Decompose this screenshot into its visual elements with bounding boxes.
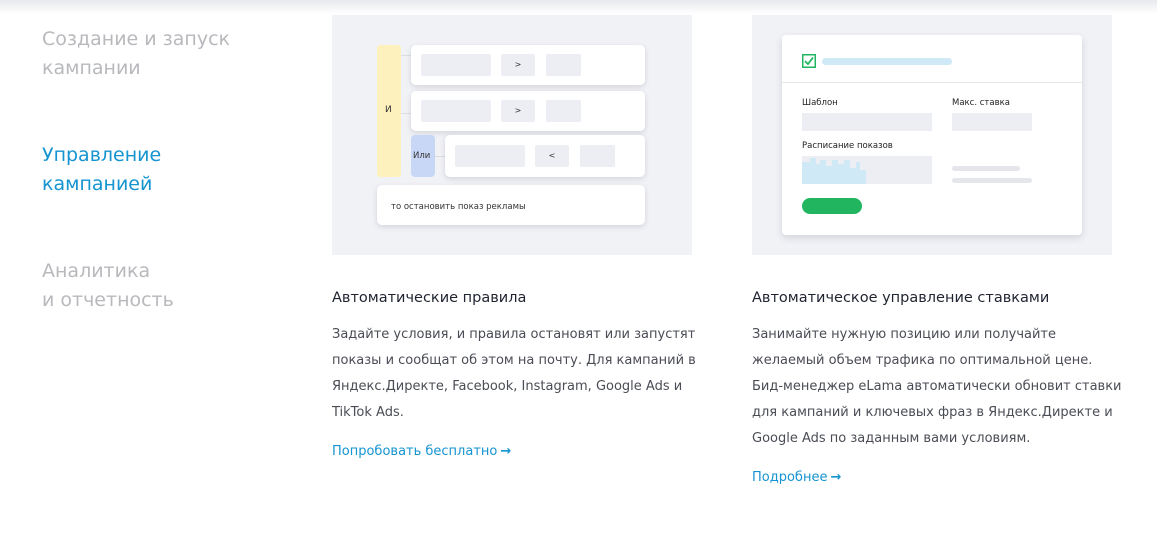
rule-row: > (411, 91, 645, 131)
card-description: Занимайте нужную позицию или получайте ж… (752, 327, 1122, 446)
or-label: Или (413, 151, 431, 161)
schedule-field (802, 156, 932, 184)
connector-line (435, 156, 445, 157)
top-shadow (0, 0, 1157, 14)
more-link[interactable]: Подробнее → (752, 470, 841, 485)
card-title: Автоматические правила (332, 290, 527, 306)
nav-item-create-campaign[interactable]: Создание и запуск кампании (42, 25, 282, 83)
nav-item-manage-campaign[interactable]: Управление кампанией (42, 141, 282, 199)
auto-rules-illustration: И > > Или < то остановить показ рекламы (332, 15, 692, 255)
action-row: то остановить показ рекламы (377, 185, 645, 225)
link-label: Попробовать бесплатно (332, 444, 498, 459)
operator-box: > (501, 54, 535, 76)
connector-line (401, 55, 411, 56)
feature-card-bid-management: Шаблон Макс. ставка Расписание показов А… (752, 15, 1122, 485)
nav-item-analytics[interactable]: Аналитика и отчетность (42, 257, 282, 315)
rule-row: < (445, 135, 645, 177)
placeholder-line (952, 166, 1020, 171)
operator-box: < (535, 145, 569, 167)
arrow-right-icon: → (830, 470, 842, 485)
condition-field (455, 145, 525, 167)
feature-card-auto-rules: И > > Или < то остановить показ рекламы … (332, 15, 696, 459)
value-field (580, 145, 615, 167)
operator-box: > (501, 100, 535, 122)
arrow-right-icon: → (500, 444, 512, 459)
schedule-label: Расписание показов (802, 141, 893, 151)
card-description: Задайте условия, и правила остановят или… (332, 327, 696, 420)
save-button (802, 198, 862, 214)
schedule-histogram (802, 158, 866, 184)
connector-line (401, 113, 411, 114)
campaign-name-placeholder (822, 58, 952, 65)
rule-row: > (411, 45, 645, 85)
max-bid-label: Макс. ставка (952, 98, 1010, 108)
condition-field (421, 54, 491, 76)
link-label: Подробнее (752, 470, 828, 485)
bid-settings-panel: Шаблон Макс. ставка Расписание показов (782, 35, 1082, 235)
max-bid-field (952, 113, 1032, 131)
value-field (546, 54, 581, 76)
card-title: Автоматическое управление ставками (752, 290, 1050, 306)
template-label: Шаблон (802, 98, 838, 108)
template-field (802, 113, 932, 131)
condition-field (421, 100, 491, 122)
value-field (546, 100, 581, 122)
checkbox-checked-icon (802, 54, 816, 68)
bid-management-illustration: Шаблон Макс. ставка Расписание показов (752, 15, 1112, 255)
and-group-bar: И (377, 45, 401, 177)
placeholder-line (952, 178, 1032, 183)
and-label: И (385, 105, 392, 115)
action-text: то остановить показ рекламы (391, 202, 526, 212)
try-free-link[interactable]: Попробовать бесплатно → (332, 444, 511, 459)
or-group-bar: Или (411, 135, 435, 177)
panel-divider (782, 82, 1082, 83)
